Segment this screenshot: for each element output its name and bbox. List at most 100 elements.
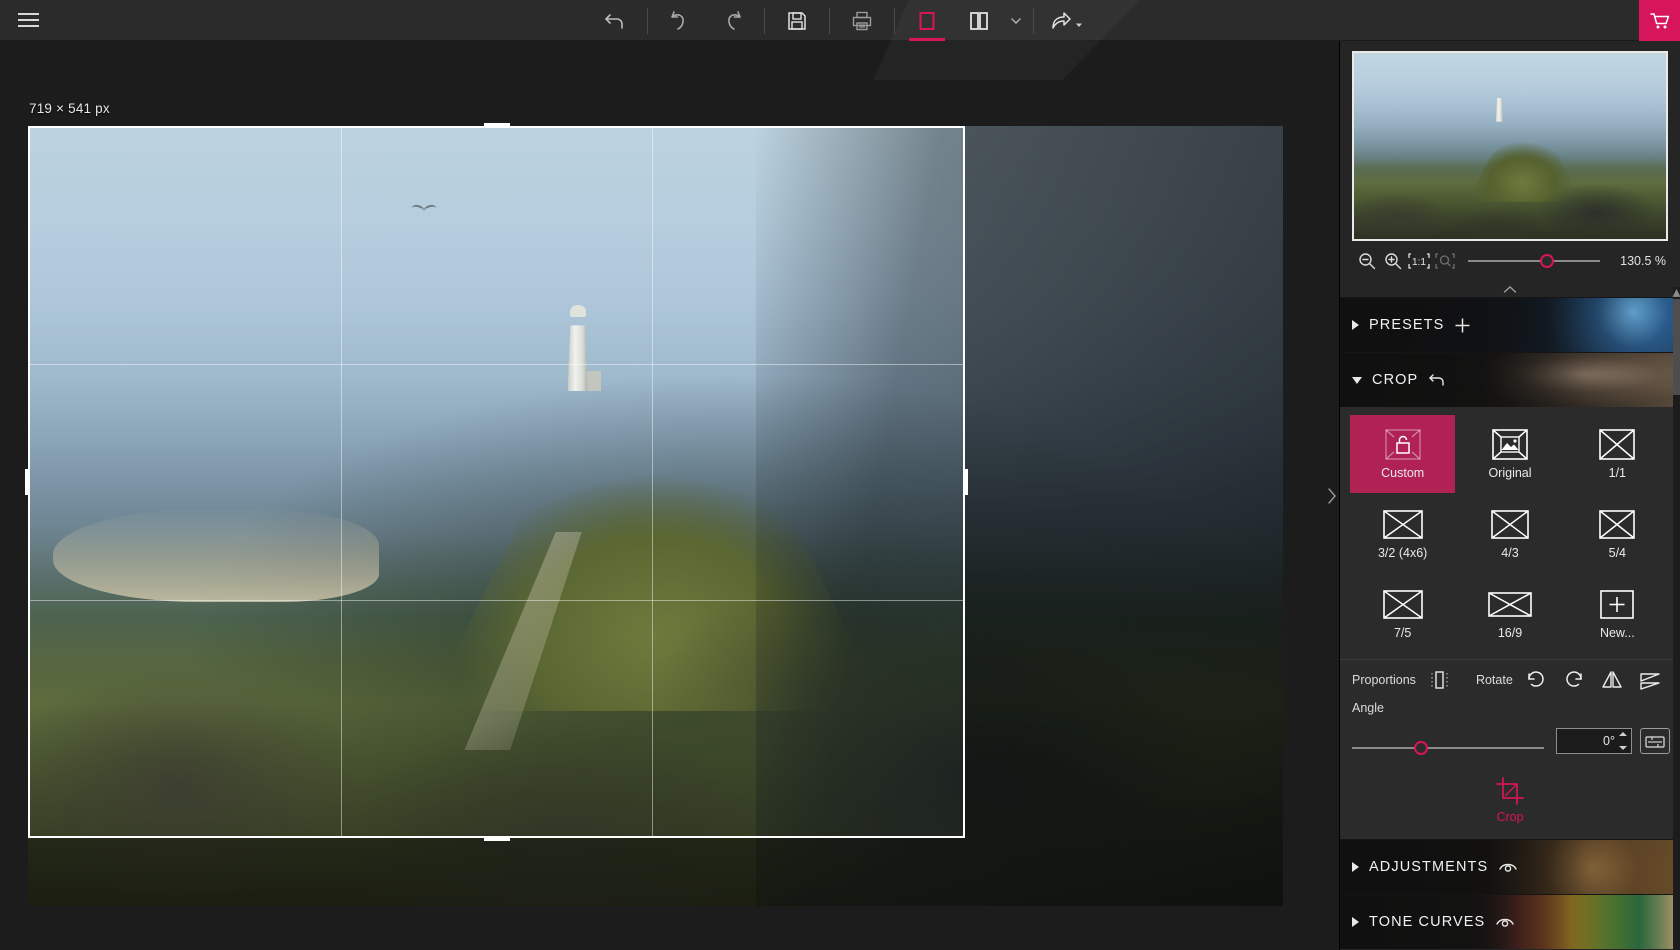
svg-text:1:1: 1:1: [1412, 257, 1426, 268]
rect-x-icon: [1487, 508, 1533, 541]
zoom-slider-knob[interactable]: [1540, 254, 1554, 268]
crop-ratio-original[interactable]: Original: [1457, 415, 1562, 493]
preview-collapse-toggle[interactable]: [1340, 281, 1680, 297]
plus-icon[interactable]: [1454, 317, 1471, 334]
image-canvas[interactable]: 719 × 541 px: [0, 41, 1339, 950]
crop-ratio-4-3[interactable]: 4/3: [1457, 495, 1562, 573]
print-button[interactable]: [836, 0, 888, 41]
share-button[interactable]: [1040, 0, 1092, 41]
revert-button[interactable]: [589, 0, 641, 41]
single-view-button[interactable]: [901, 0, 953, 41]
angle-slider-knob[interactable]: [1414, 741, 1428, 755]
fit-to-window-icon: [1434, 251, 1456, 271]
rotate-left-button[interactable]: [1521, 665, 1551, 695]
cart-icon: [1649, 11, 1671, 31]
navigator-preview[interactable]: [1352, 51, 1668, 241]
single-view-icon: [915, 9, 939, 33]
crop-ratio-label: Custom: [1381, 466, 1424, 480]
orientation-toggle-button[interactable]: [1424, 665, 1454, 695]
toolbar-separator: [1033, 8, 1034, 34]
rotate-right-button[interactable]: [1559, 665, 1589, 695]
angle-value: 0°: [1603, 734, 1615, 748]
crop-ratio-custom[interactable]: Custom: [1350, 415, 1455, 493]
crop-ratio-7-5[interactable]: 7/5: [1350, 575, 1455, 653]
crop-ratio-label: 4/3: [1501, 546, 1518, 560]
right-panel-scrollbar[interactable]: ▴: [1673, 287, 1680, 950]
eye-icon[interactable]: [1495, 915, 1515, 929]
crop-handle-top[interactable]: [484, 123, 510, 127]
crop-handle-left[interactable]: [25, 469, 29, 495]
crop-ratio-5-4[interactable]: 5/4: [1565, 495, 1670, 573]
fit-to-window-button[interactable]: [1432, 248, 1458, 274]
shop-button[interactable]: [1639, 0, 1680, 41]
expand-arrow-icon: [1352, 862, 1359, 872]
right-panel: 1:1 130.5 %: [1339, 41, 1680, 950]
rect-x-icon: [1487, 588, 1533, 621]
crop-selection-box[interactable]: [28, 126, 965, 838]
angle-control: Angle 0°: [1340, 699, 1680, 761]
crop-ratio-label: 3/2 (4x6): [1378, 546, 1427, 560]
crop-ratio-label: 16/9: [1498, 626, 1522, 640]
toolbar-separator: [894, 8, 895, 34]
crop-gridline: [652, 128, 653, 836]
crop-ratio-1-1[interactable]: 1/1: [1565, 415, 1670, 493]
flip-horizontal-button[interactable]: [1597, 665, 1627, 695]
crop-ratio-16-9[interactable]: 16/9: [1457, 575, 1562, 653]
eye-icon[interactable]: [1498, 860, 1518, 874]
flip-vertical-button[interactable]: [1635, 665, 1665, 695]
toolbar-center-group: [0, 0, 1680, 41]
zoom-out-button[interactable]: [1354, 248, 1380, 274]
zoom-controls: 1:1 130.5 %: [1340, 241, 1680, 281]
lock-open-icon: [1380, 428, 1426, 461]
crop-handle-right[interactable]: [964, 469, 968, 495]
crop-ratio-label: Original: [1488, 466, 1531, 480]
rotate-right-icon: [1563, 669, 1585, 691]
view-options-dropdown[interactable]: [1005, 0, 1027, 41]
scrollbar-thumb[interactable]: [1673, 299, 1680, 395]
redo-button[interactable]: [706, 0, 758, 41]
save-button[interactable]: [771, 0, 823, 41]
crop-ratio-new[interactable]: New...: [1565, 575, 1670, 653]
panel-flyout-toggle[interactable]: [1325, 466, 1339, 526]
straighten-tool-icon: [1645, 734, 1665, 749]
crop-dimensions-label: 719 × 541 px: [29, 101, 110, 116]
straighten-tool-button[interactable]: [1640, 728, 1670, 754]
crop-gridline: [30, 600, 963, 601]
crop-gridline: [341, 128, 342, 836]
zoom-slider[interactable]: [1468, 248, 1600, 274]
zoom-in-icon: [1383, 251, 1403, 271]
section-header-tone-curves[interactable]: TONE CURVES: [1340, 894, 1680, 949]
section-title-presets: PRESETS: [1369, 317, 1444, 333]
chevron-right-icon: [1327, 487, 1337, 505]
crop-section-body: Custom: [1340, 407, 1680, 839]
crop-apply-button[interactable]: Crop: [1340, 761, 1680, 839]
crop-ratio-3-2[interactable]: 3/2 (4x6): [1350, 495, 1455, 573]
angle-slider[interactable]: [1352, 726, 1544, 756]
rect-x-icon: [1594, 508, 1640, 541]
reset-icon[interactable]: [1428, 372, 1446, 388]
crop-handle-bottom[interactable]: [484, 837, 510, 841]
chevron-down-icon: [1010, 15, 1022, 27]
share-icon: [1048, 9, 1074, 33]
undo-button[interactable]: [654, 0, 706, 41]
portrait-landscape-icon: [1428, 670, 1450, 690]
crop-ratio-grid: Custom: [1340, 407, 1680, 659]
image-icon: [1487, 428, 1533, 461]
zoom-in-button[interactable]: [1380, 248, 1406, 274]
flip-vertical-icon: [1639, 670, 1661, 690]
app-root: 719 × 541 px: [0, 0, 1680, 950]
undo-icon: [667, 8, 693, 34]
section-header-adjustments[interactable]: ADJUSTMENTS: [1340, 839, 1680, 894]
section-header-presets[interactable]: PRESETS: [1340, 297, 1680, 352]
section-header-crop[interactable]: CROP: [1340, 352, 1680, 407]
scroll-up-arrow-icon[interactable]: ▴: [1673, 287, 1680, 297]
split-view-button[interactable]: [953, 0, 1005, 41]
angle-stepper[interactable]: [1619, 732, 1628, 750]
actual-size-button[interactable]: 1:1: [1406, 248, 1432, 274]
rect-x-icon: [1380, 588, 1426, 621]
expand-arrow-icon: [1352, 320, 1359, 330]
crop-ratio-label: 1/1: [1609, 466, 1626, 480]
rect-x-icon: [1380, 508, 1426, 541]
expand-arrow-icon: [1352, 917, 1359, 927]
angle-input[interactable]: 0°: [1556, 728, 1632, 754]
